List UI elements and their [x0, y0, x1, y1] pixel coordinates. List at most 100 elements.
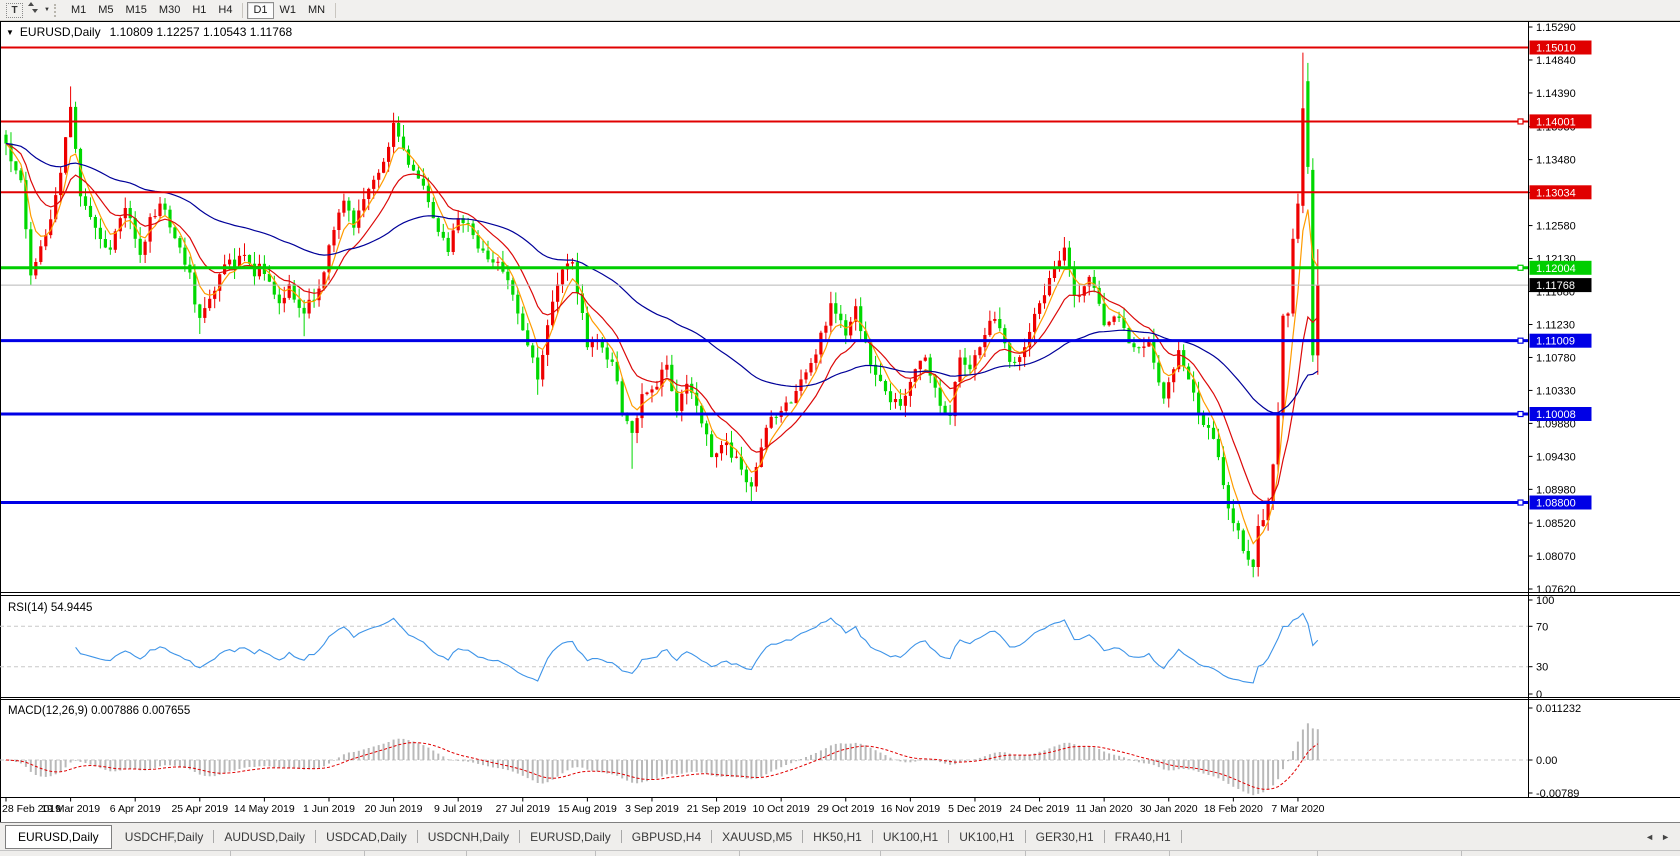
svg-text:11 Jan 2020: 11 Jan 2020	[1076, 803, 1133, 815]
chevron-down-icon: ▼	[44, 7, 50, 13]
svg-text:5 Dec 2019: 5 Dec 2019	[948, 803, 1002, 815]
line-handle-1.12004[interactable]	[1518, 265, 1523, 270]
svg-text:3 Sep 2019: 3 Sep 2019	[625, 803, 679, 815]
svg-text:1.11009: 1.11009	[1536, 336, 1575, 348]
tab-uk100-h1-10[interactable]: UK100,H1	[949, 825, 1024, 849]
svg-text:1.08070: 1.08070	[1536, 551, 1576, 563]
tab-eurusd-daily-0[interactable]: EURUSD,Daily	[5, 825, 112, 849]
svg-text:20 Jun 2019: 20 Jun 2019	[365, 803, 423, 815]
svg-text:9 Jul 2019: 9 Jul 2019	[434, 803, 483, 815]
tab-fra40-h1-12[interactable]: FRA40,H1	[1105, 825, 1181, 849]
toolbar-grip	[54, 4, 60, 17]
svg-text:100: 100	[1536, 595, 1554, 607]
svg-text:-0.00789: -0.00789	[1536, 788, 1579, 800]
tab-uk100-h1-9[interactable]: UK100,H1	[873, 825, 948, 849]
tab-separator	[1181, 830, 1182, 843]
tab-scroll-left-icon[interactable]: ◄	[1645, 832, 1654, 842]
svg-text:19 Mar 2019: 19 Mar 2019	[41, 803, 100, 815]
tab-scroll-right-icon[interactable]: ►	[1661, 832, 1670, 842]
svg-text:6 Apr 2019: 6 Apr 2019	[110, 803, 161, 815]
svg-text:1.11768: 1.11768	[1536, 280, 1575, 292]
line-handle-1.11009[interactable]	[1518, 338, 1523, 343]
status-divider	[880, 851, 881, 856]
svg-text:1.08800: 1.08800	[1536, 498, 1576, 510]
svg-text:1.15290: 1.15290	[1536, 22, 1576, 34]
svg-text:1.13480: 1.13480	[1536, 155, 1576, 167]
timeframe-button-w1[interactable]: W1	[274, 2, 303, 19]
indicator-arrows-tool-button[interactable]: ▼	[27, 2, 50, 18]
status-divider	[1461, 851, 1462, 856]
tab-audusd-daily-2[interactable]: AUDUSD,Daily	[214, 825, 315, 849]
svg-text:21 Sep 2019: 21 Sep 2019	[687, 803, 747, 815]
text-tool-icon: T	[11, 5, 17, 16]
line-handle-1.08800[interactable]	[1518, 500, 1523, 505]
status-divider	[230, 851, 231, 856]
text-label-tool-button[interactable]: T	[6, 3, 23, 18]
svg-text:16 Nov 2019: 16 Nov 2019	[881, 803, 941, 815]
svg-text:0: 0	[1536, 689, 1542, 701]
arrows-tool-icon	[27, 1, 41, 19]
line-handle-1.10008[interactable]	[1518, 412, 1523, 417]
price-label-1.12004: 1.12004	[1530, 261, 1592, 275]
tab-usdcnh-daily-4[interactable]: USDCNH,Daily	[418, 825, 519, 849]
top-toolbar: T ▼ M1M5M15M30H1H4 D1W1MN	[0, 0, 1680, 21]
timeframe-button-m30[interactable]: M30	[153, 2, 186, 19]
tab-usdchf-daily-1[interactable]: USDCHF,Daily	[115, 825, 214, 849]
svg-text:27 Jul 2019: 27 Jul 2019	[496, 803, 550, 815]
chart-tabs: EURUSD,DailyUSDCHF,DailyAUDUSD,DailyUSDC…	[2, 825, 1182, 849]
svg-text:70: 70	[1536, 621, 1548, 633]
svg-text:1 Jun 2019: 1 Jun 2019	[303, 803, 355, 815]
price-label-1.10008: 1.10008	[1530, 407, 1592, 421]
timeframe-button-m5[interactable]: M5	[92, 2, 119, 19]
svg-text:1.12580: 1.12580	[1536, 221, 1576, 233]
svg-text:14 May 2019: 14 May 2019	[234, 803, 295, 815]
timeframe-button-m1[interactable]: M1	[65, 2, 92, 19]
svg-text:1.10008: 1.10008	[1536, 409, 1576, 421]
price-label-1.13034: 1.13034	[1530, 185, 1592, 199]
current-price-label: 1.11768	[1530, 278, 1592, 292]
price-label-1.08800: 1.08800	[1530, 496, 1592, 510]
chart-dropdown-icon[interactable]: ▼	[6, 28, 14, 37]
svg-text:30 Jan 2020: 30 Jan 2020	[1140, 803, 1198, 815]
price-label-1.15010: 1.15010	[1530, 41, 1592, 55]
tab-xauusd-m5-7[interactable]: XAUUSD,M5	[712, 825, 802, 849]
svg-text:1.13034: 1.13034	[1536, 187, 1576, 199]
chart-background	[0, 21, 1680, 822]
svg-text:0.011232: 0.011232	[1536, 703, 1581, 715]
tab-hk50-h1-8[interactable]: HK50,H1	[803, 825, 872, 849]
chart-window: 1.152901.148401.143901.139301.134801.130…	[0, 21, 1680, 822]
svg-text:0.00: 0.00	[1536, 755, 1557, 767]
status-divider	[1169, 851, 1170, 856]
timeframe-button-m15[interactable]: M15	[120, 2, 153, 19]
svg-text:15 Aug 2019: 15 Aug 2019	[558, 803, 617, 815]
svg-text:1.12004: 1.12004	[1536, 263, 1576, 275]
status-bar	[0, 850, 1680, 856]
chart-title: ▼ EURUSD,Daily 1.10809 1.12257 1.10543 1…	[6, 25, 292, 39]
timeframe-button-d1[interactable]: D1	[247, 2, 273, 19]
price-label-1.14001: 1.14001	[1530, 114, 1592, 128]
tab-usdcad-daily-3[interactable]: USDCAD,Daily	[316, 825, 417, 849]
svg-text:1.09430: 1.09430	[1536, 451, 1576, 463]
chart-ohlc-values: 1.10809 1.12257 1.10543 1.11768	[110, 25, 293, 39]
rsi-indicator-label: RSI(14) 54.9445	[8, 602, 92, 614]
svg-text:1.08980: 1.08980	[1536, 484, 1576, 496]
macd-indicator-label: MACD(12,26,9) 0.007886 0.007655	[8, 705, 190, 717]
chart-canvas[interactable]: 1.152901.148401.143901.139301.134801.130…	[0, 21, 1680, 822]
svg-text:30: 30	[1536, 662, 1548, 674]
tab-gbpusd-h4-6[interactable]: GBPUSD,H4	[622, 825, 711, 849]
svg-text:24 Dec 2019: 24 Dec 2019	[1010, 803, 1070, 815]
line-handle-1.14001[interactable]	[1518, 119, 1523, 124]
tab-ger30-h1-11[interactable]: GER30,H1	[1026, 825, 1104, 849]
timeframe-button-group: M1M5M15M30H1H4 D1W1MN	[65, 2, 331, 19]
svg-text:1.11230: 1.11230	[1536, 320, 1575, 332]
tab-scroll-arrows: ◄ ►	[1645, 832, 1670, 842]
timeframe-button-h4[interactable]: H4	[212, 2, 238, 19]
timeframe-button-mn[interactable]: MN	[302, 2, 331, 19]
status-divider	[364, 851, 365, 856]
svg-text:29 Oct 2019: 29 Oct 2019	[817, 803, 874, 815]
svg-text:1.10330: 1.10330	[1536, 385, 1576, 397]
timeframe-button-h1[interactable]: H1	[186, 2, 212, 19]
tab-eurusd-daily-5[interactable]: EURUSD,Daily	[520, 825, 621, 849]
svg-text:1.14390: 1.14390	[1536, 88, 1576, 100]
chart-tab-bar: EURUSD,DailyUSDCHF,DailyAUDUSD,DailyUSDC…	[0, 822, 1680, 850]
